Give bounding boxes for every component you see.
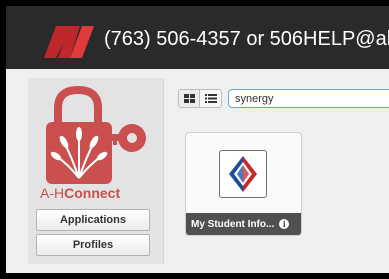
list-view-button[interactable] [200,89,222,108]
info-icon[interactable]: i [279,219,290,229]
main-content: My Student Info... i [166,78,389,264]
grid-view-icon [183,94,195,103]
sidebar: A-HConnect Applications Profiles [28,78,164,264]
synergy-diamond-icon [219,150,267,198]
ah-connect-logo: A-HConnect [40,85,146,201]
grid-view-button[interactable] [178,89,200,108]
search-input[interactable] [228,89,389,108]
sidebar-item-profiles[interactable]: Profiles [36,234,150,256]
support-contact-text: (763) 506-4357 or 506HELP@ah [104,28,389,50]
app-tile[interactable]: My Student Info... i [185,132,302,236]
list-view-icon [204,94,217,103]
app-tile-label: My Student Info... [191,218,275,230]
app-window: (763) 506-4357 or 506HELP@ah A-HConnect … [6,6,389,273]
logo-text-suffix: Connect [64,185,120,201]
logo-text-prefix: A-H [40,185,64,201]
sidebar-item-applications[interactable]: Applications [36,209,150,231]
svg-text:A-HConnect: A-HConnect [40,185,120,201]
header-bar: (763) 506-4357 or 506HELP@ah [6,6,389,69]
app-tile-caption: My Student Info... i [186,213,301,235]
district-logo-icon [44,26,94,58]
